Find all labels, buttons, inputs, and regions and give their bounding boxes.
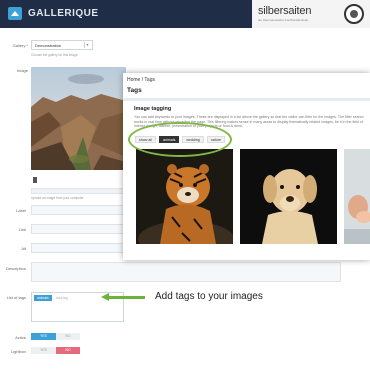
gallery-label: Gallery * [12,43,28,48]
file-icon [33,177,37,183]
gallery-select-value: Demonstration [35,43,62,48]
brand-logo-icon [344,4,364,24]
breadcrumb[interactable]: Home / Tags [127,77,155,83]
tag-chip[interactable]: animals [34,295,52,301]
top-bar: GALLERIQUE silbersaiten die Raumausstatt… [0,0,370,28]
description-field-label: Description [5,266,26,271]
lightbox-yes-toggle[interactable]: YES [31,347,56,354]
app-title: GALLERIQUE [28,8,99,19]
lightbox-label: Lightbox [10,349,26,354]
labrador-photo[interactable] [240,149,337,244]
section-title: Image tagging [134,106,172,112]
active-label: Active [15,335,26,340]
upload-hint: Upload an image from your computer [31,196,84,200]
gallery-hint: Choose the gallery for this image [31,53,78,57]
tiger-photo[interactable] [136,149,233,244]
callout-line [107,296,145,299]
gallery-select[interactable]: Demonstration ▾ [31,40,93,50]
labrador-image [240,149,337,244]
brand-tagline: die Raumausstatter-Fachhändlerkette [258,18,309,22]
link-field-label: Link [18,227,26,232]
brand-name: silbersaiten [258,5,312,17]
page-title: Tags [127,87,142,94]
partial-image [344,149,370,244]
description-textarea[interactable] [31,262,341,282]
highlight-ring [128,122,232,157]
callout-text: Add tags to your images [155,291,263,302]
lightbox-no-toggle[interactable]: NO [56,347,80,354]
alt-input[interactable] [31,243,126,253]
label-field-label: Label [16,208,26,213]
active-no-toggle[interactable]: NO [56,333,80,340]
tags-label: List of tags [6,295,26,300]
alt-field-label: Alt [21,246,26,251]
label-input[interactable] [31,205,126,215]
image-label: Image [16,68,28,73]
gallery-app-icon [8,7,22,20]
divider [123,98,370,101]
image-preview [31,67,126,170]
active-yes-toggle[interactable]: YES [31,333,56,340]
file-upload-input[interactable] [31,188,126,194]
brand-box: silbersaiten die Raumausstatter-Fachhänd… [252,0,370,28]
tiger-image [136,149,233,244]
canyon-photo [31,67,126,170]
tag-placeholder: Add tag [56,296,68,300]
third-photo[interactable] [344,149,370,244]
chevron-down-icon: ▾ [84,42,90,48]
link-input[interactable] [31,224,126,234]
